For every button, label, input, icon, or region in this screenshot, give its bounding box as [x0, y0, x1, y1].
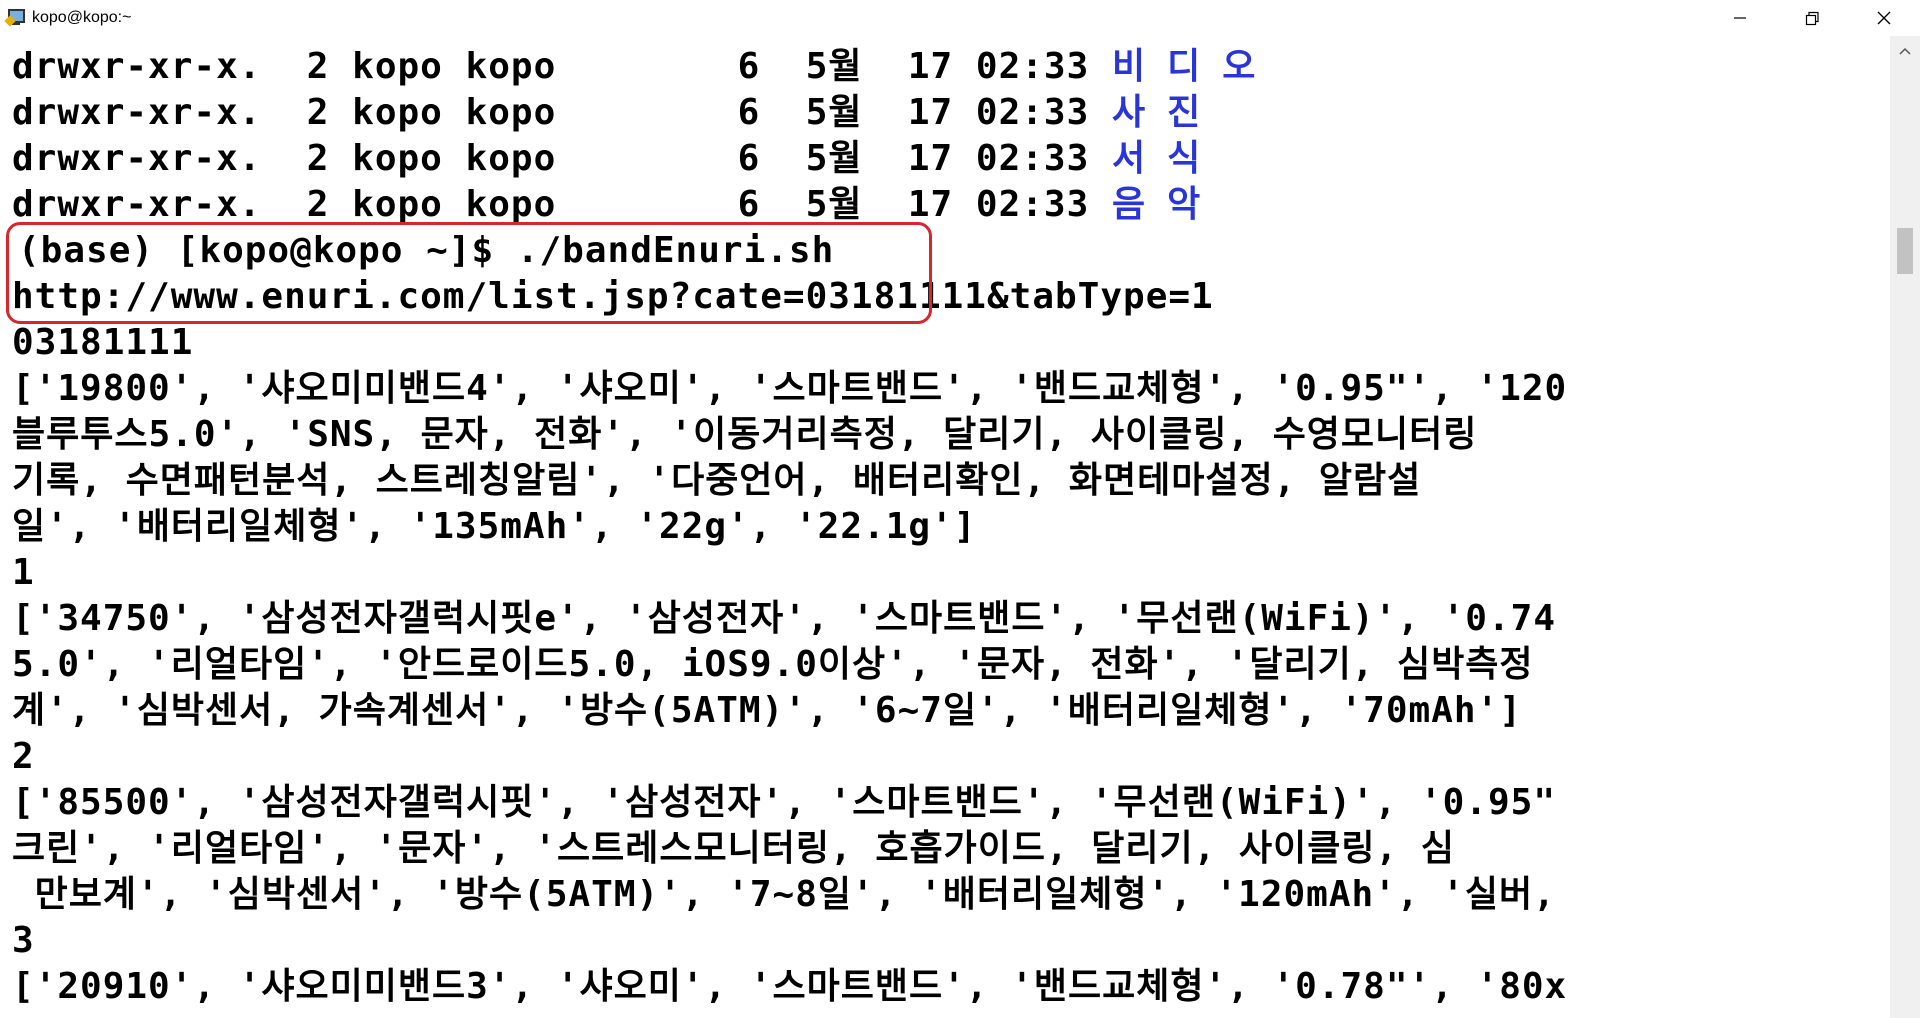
- output-line: ['19800', '샤오미미밴드4', '샤오미', '스마트밴드', '밴드…: [12, 368, 1568, 409]
- output-line: 1: [12, 552, 35, 593]
- output-line: 계', '심박센서, 가속계센서', '방수(5ATM)', '6~7일', '…: [12, 690, 1522, 731]
- output-line: 2: [12, 736, 35, 777]
- output-line: http://www.enuri.com/list.jsp?cate=03181…: [12, 276, 1214, 317]
- command-prompt: (base) [kopo@kopo ~]$ ./bandEnuri.sh: [18, 230, 835, 271]
- chevron-up-icon: [1899, 47, 1911, 55]
- output-line: 만보계', '심박센서', '방수(5ATM)', '7~8일', '배터리일체…: [12, 874, 1556, 915]
- listing-row: drwxr-xr-x. 2 kopo kopo 6 5월 17 02:33 서식: [12, 138, 1223, 179]
- putty-terminal-icon[interactable]: [4, 8, 26, 28]
- title-bar: kopo@kopo:~: [0, 0, 1920, 36]
- window-controls: [1704, 0, 1920, 36]
- output-line: 기록, 수면패턴분석, 스트레칭알림', '다중언어, 배터리확인, 화면테마설…: [12, 460, 1422, 501]
- restore-icon: [1805, 11, 1819, 26]
- output-line: 03181111: [12, 322, 194, 363]
- directory-name: 음악: [1111, 184, 1223, 225]
- window-title: kopo@kopo:~: [32, 9, 132, 26]
- terminal-area[interactable]: drwxr-xr-x. 2 kopo kopo 6 5월 17 02:33 비디…: [0, 36, 1890, 1018]
- scrollbar-thumb[interactable]: [1897, 228, 1913, 274]
- listing-row: drwxr-xr-x. 2 kopo kopo 6 5월 17 02:33 음악: [12, 184, 1223, 225]
- output-line: ['34750', '삼성전자갤럭시핏e', '삼성전자', '스마트밴드', …: [12, 598, 1557, 639]
- close-icon: [1877, 11, 1891, 25]
- restore-button[interactable]: [1776, 0, 1848, 36]
- scroll-up-button[interactable]: [1890, 36, 1920, 66]
- vertical-scrollbar[interactable]: [1890, 36, 1920, 1018]
- directory-name: 사진: [1111, 92, 1223, 133]
- listing-row: drwxr-xr-x. 2 kopo kopo 6 5월 17 02:33 사진: [12, 92, 1223, 133]
- output-line: 5.0', '리얼타임', '안드로이드5.0, iOS9.0이상', '문자,…: [12, 644, 1534, 685]
- output-line: 일', '배터리일체형', '135mAh', '22g', '22.1g']: [12, 506, 977, 547]
- output-line: ['20910', '샤오미미밴드3', '샤오미', '스마트밴드', '밴드…: [12, 966, 1568, 1007]
- listing-row: drwxr-xr-x. 2 kopo kopo 6 5월 17 02:33 비디…: [12, 46, 1278, 87]
- directory-name: 서식: [1111, 138, 1223, 179]
- close-button[interactable]: [1848, 0, 1920, 36]
- minimize-button[interactable]: [1704, 0, 1776, 36]
- minimize-icon: [1734, 17, 1746, 19]
- output-line: 크린', '리얼타임', '문자', '스트레스모니터링, 호흡가이드, 달리기…: [12, 828, 1455, 869]
- output-line: 3: [12, 920, 35, 961]
- output-line: 블루투스5.0', 'SNS, 문자, 전화', '이동거리측정, 달리기, 사…: [12, 414, 1478, 455]
- directory-name: 비디오: [1111, 46, 1278, 87]
- output-line: ['85500', '삼성전자갤럭시핏', '삼성전자', '스마트밴드', '…: [12, 782, 1557, 823]
